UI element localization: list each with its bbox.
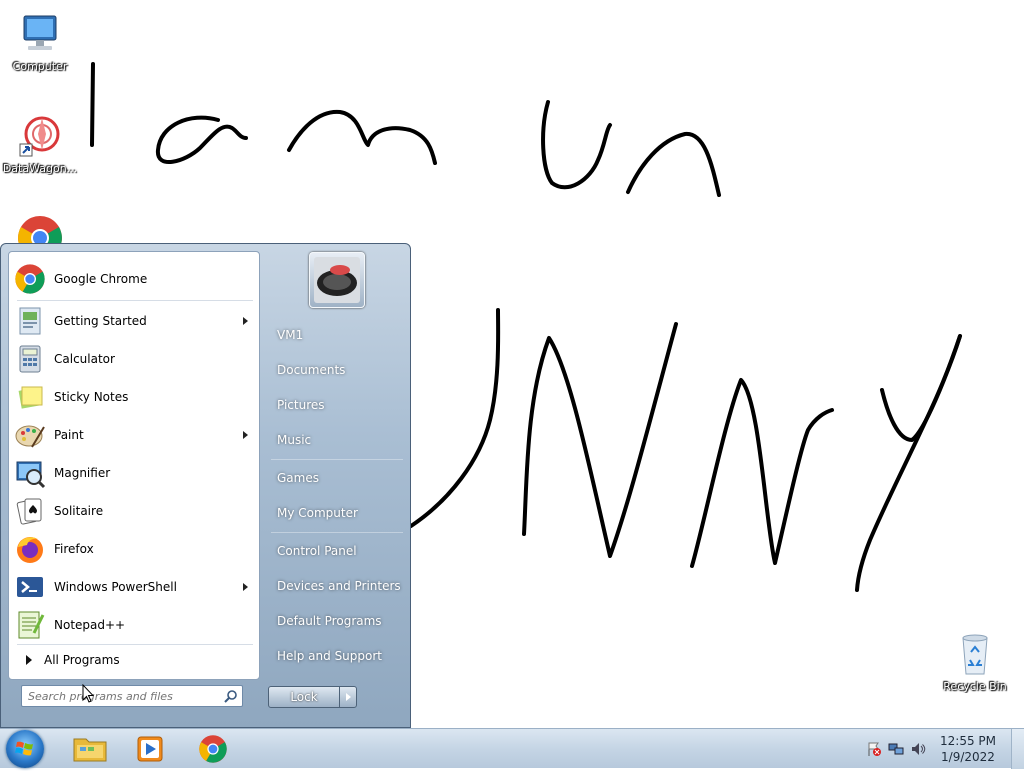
divider	[271, 532, 403, 533]
desktop-icon-label: DataWagon...	[2, 162, 78, 175]
program-label: Paint	[54, 428, 84, 442]
submenu-arrow-icon	[243, 431, 248, 439]
show-desktop-button[interactable]	[1011, 729, 1024, 769]
start-link-vm1[interactable]: VM1	[269, 321, 407, 349]
action-center-flag-icon[interactable]	[866, 741, 882, 757]
start-menu: Google Chrome Getting Started Calculator…	[0, 243, 411, 728]
recycle-bin-icon	[951, 630, 999, 678]
mouse-cursor-icon	[82, 684, 94, 703]
program-item-calculator[interactable]: Calculator	[12, 342, 256, 376]
program-item-firefox[interactable]: Firefox	[12, 532, 256, 566]
program-item-windows-powershell[interactable]: Windows PowerShell	[12, 570, 256, 604]
start-link-my-computer[interactable]: My Computer	[269, 499, 407, 527]
windows-logo-icon	[15, 741, 33, 756]
program-item-sticky-notes[interactable]: Sticky Notes	[12, 380, 256, 414]
program-item-google-chrome[interactable]: Google Chrome	[12, 262, 256, 296]
desktop-icon-datawagon[interactable]: DataWagon...	[0, 112, 80, 175]
program-label: Getting Started	[54, 314, 147, 328]
all-programs-label: All Programs	[44, 653, 120, 667]
lock-button[interactable]: Lock	[268, 686, 340, 708]
taskbar: 12:55 PM 1/9/2022	[0, 728, 1024, 769]
chrome-icon	[14, 263, 46, 295]
start-link-pictures[interactable]: Pictures	[269, 391, 407, 419]
start-link-help-and-support[interactable]: Help and Support	[269, 642, 407, 670]
volume-icon[interactable]	[910, 741, 926, 757]
desktop-icon-computer[interactable]: Computer	[0, 10, 80, 73]
program-label: Notepad++	[54, 618, 126, 632]
firefox-icon	[14, 533, 46, 565]
chrome-icon	[199, 735, 227, 763]
notepadpp-icon	[14, 609, 46, 641]
divider	[17, 644, 253, 645]
taskbar-button-explorer[interactable]	[62, 731, 118, 767]
getting-started-icon	[14, 305, 46, 337]
paint-icon	[14, 419, 46, 451]
divider	[271, 459, 403, 460]
desktop-icon-label: Recycle Bin	[943, 680, 1007, 693]
program-item-getting-started[interactable]: Getting Started	[12, 304, 256, 338]
explorer-folder-icon	[73, 738, 107, 762]
solitaire-icon	[14, 495, 46, 527]
taskbar-button-media-player[interactable]	[122, 731, 178, 767]
start-menu-places-pane: VM1 Documents Pictures Music Games My Co…	[263, 244, 410, 729]
user-picture-avatar[interactable]	[309, 252, 365, 308]
clock[interactable]: 12:55 PM 1/9/2022	[938, 733, 998, 765]
start-link-music[interactable]: Music	[269, 426, 407, 454]
clock-date: 1/9/2022	[941, 750, 995, 764]
magnifier-icon	[14, 457, 46, 489]
program-label: Firefox	[54, 542, 94, 556]
program-item-magnifier[interactable]: Magnifier	[12, 456, 256, 490]
chrome-icon	[16, 214, 64, 244]
program-label: Sticky Notes	[54, 390, 129, 404]
submenu-arrow-icon	[243, 583, 248, 591]
system-tray: 12:55 PM 1/9/2022	[854, 729, 1024, 769]
program-label: Magnifier	[54, 466, 111, 480]
start-link-devices-and-printers[interactable]: Devices and Printers	[269, 572, 407, 600]
taskbar-button-chrome[interactable]	[185, 731, 241, 767]
start-button[interactable]	[6, 730, 44, 768]
desktop-icon-label: Computer	[12, 60, 68, 73]
datawagon-shortcut-icon	[16, 112, 64, 160]
desktop-icon-chrome[interactable]	[0, 214, 80, 244]
program-item-paint[interactable]: Paint	[12, 418, 256, 452]
start-link-default-programs[interactable]: Default Programs	[269, 607, 407, 635]
start-link-control-panel[interactable]: Control Panel	[269, 537, 407, 565]
start-menu-programs-pane: Google Chrome Getting Started Calculator…	[8, 251, 260, 680]
clock-time: 12:55 PM	[940, 734, 996, 748]
start-search-box[interactable]	[21, 685, 243, 707]
start-link-games[interactable]: Games	[269, 464, 407, 492]
program-label: Google Chrome	[54, 272, 148, 286]
program-label: Calculator	[54, 352, 115, 366]
computer-icon	[16, 10, 64, 58]
search-input[interactable]	[28, 688, 218, 704]
start-link-documents[interactable]: Documents	[269, 356, 407, 384]
powershell-icon	[14, 571, 46, 603]
search-icon[interactable]	[224, 689, 238, 703]
desktop-icon-recycle-bin[interactable]: Recycle Bin	[935, 630, 1015, 693]
sticky-notes-icon	[14, 381, 46, 413]
calculator-icon	[14, 343, 46, 375]
all-programs-button[interactable]: All Programs	[12, 648, 256, 672]
media-player-icon	[137, 736, 163, 762]
submenu-arrow-icon	[243, 317, 248, 325]
shutdown-options-arrow-button[interactable]	[339, 686, 357, 708]
program-item-solitaire[interactable]: Solitaire	[12, 494, 256, 528]
divider	[17, 300, 253, 301]
program-label: Windows PowerShell	[54, 580, 177, 594]
program-item-notepadpp[interactable]: Notepad++	[12, 608, 256, 642]
program-label: Solitaire	[54, 504, 104, 518]
network-icon[interactable]	[888, 741, 904, 757]
expand-arrow-icon	[26, 655, 32, 665]
